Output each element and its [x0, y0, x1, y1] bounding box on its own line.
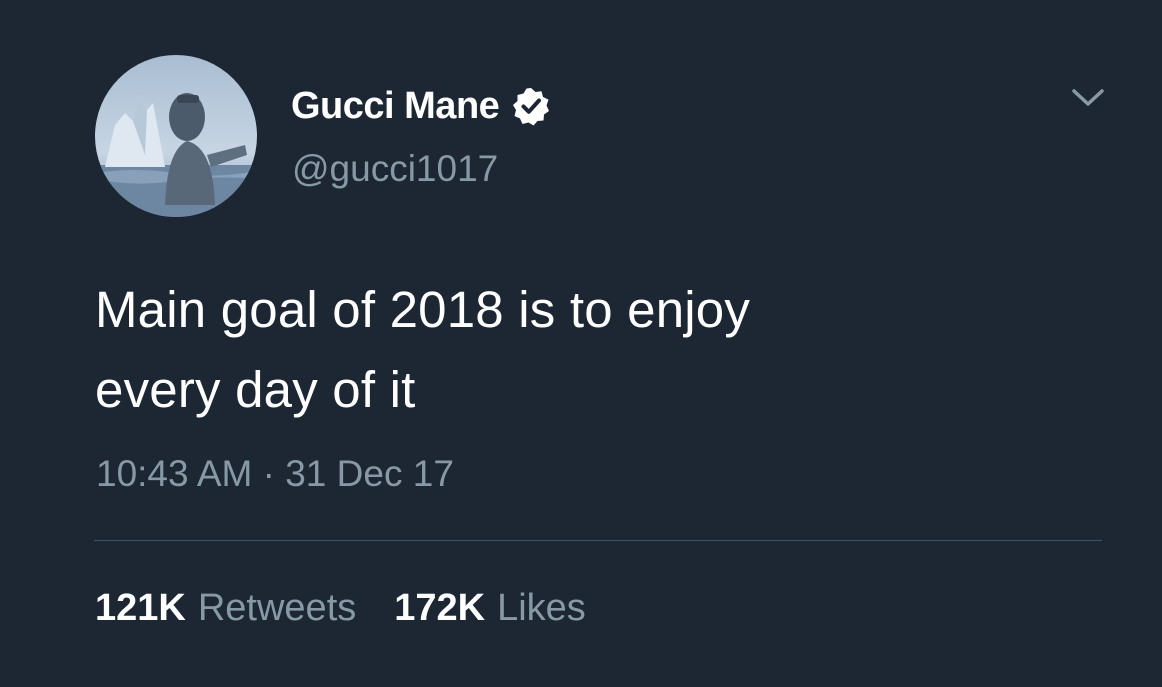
- user-name-row[interactable]: Gucci Mane: [291, 82, 551, 130]
- tweet-text: Main goal of 2018 is to enjoy every day …: [95, 270, 1095, 430]
- meta-separator: ·: [262, 453, 275, 494]
- tweet-text-line: every day of it: [95, 361, 416, 418]
- tweet-time: 10:43 AM: [96, 453, 253, 494]
- retweets-count: 121K: [95, 587, 186, 629]
- retweets-label: Retweets: [197, 587, 357, 629]
- likes-count: 172K: [394, 587, 486, 629]
- retweets-stat[interactable]: 121K Retweets: [95, 584, 356, 632]
- tweet-text-line: Main goal of 2018 is to enjoy: [95, 281, 751, 338]
- divider: [94, 540, 1102, 541]
- chevron-down-icon[interactable]: [1068, 84, 1108, 112]
- avatar[interactable]: [95, 55, 257, 217]
- likes-stat[interactable]: 172K Likes: [394, 584, 586, 632]
- user-handle[interactable]: @gucci1017: [292, 147, 498, 191]
- tweet-date: 31 Dec 17: [285, 453, 454, 494]
- verified-badge-icon: [511, 86, 551, 126]
- tweet-timestamp[interactable]: 10:43 AM · 31 Dec 17: [96, 450, 454, 498]
- likes-label: Likes: [497, 587, 586, 629]
- tweet-card: Gucci Mane @gucci1017 Main goal of 2018 …: [0, 0, 1162, 687]
- display-name[interactable]: Gucci Mane: [291, 82, 500, 130]
- avatar-image: [95, 55, 257, 217]
- tweet-stats: 121K Retweets 172K Likes: [95, 584, 586, 632]
